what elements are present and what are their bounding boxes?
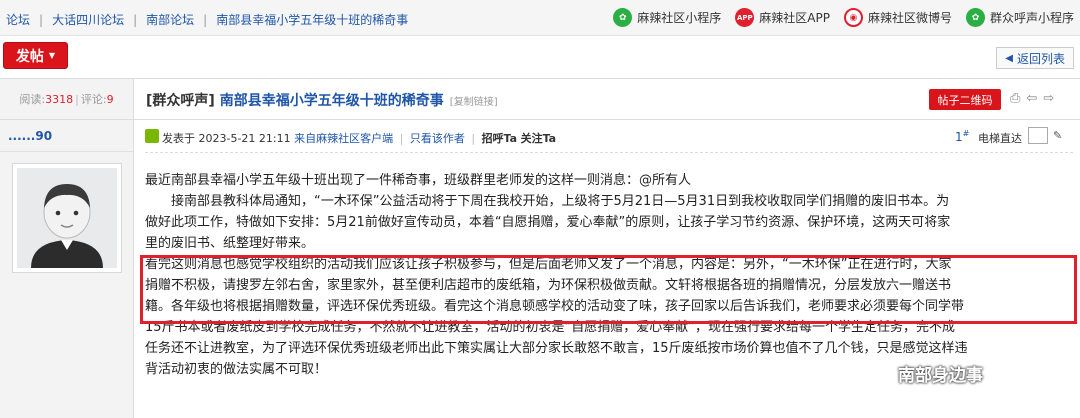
mini-program-icon: ✿ bbox=[965, 8, 985, 27]
top-bar: 论坛 | 大话四川论坛 | 南部论坛 | 南部县幸福小学五年级十班的稀奇事 ✿ … bbox=[0, 0, 1080, 36]
app-label: 麻辣社区APP bbox=[759, 11, 830, 25]
breadcrumb-separator: | bbox=[203, 12, 208, 27]
breadcrumb: 论坛 | 大话四川论坛 | 南部论坛 | 南部县幸福小学五年级十班的稀奇事 bbox=[6, 11, 408, 28]
arrow-right-icon[interactable]: ⇨ bbox=[1043, 91, 1054, 106]
reply-count-label: 评论: bbox=[80, 93, 107, 106]
post-button-label: 发帖 bbox=[15, 48, 44, 65]
breadcrumb-home[interactable]: 论坛 bbox=[6, 11, 30, 28]
watermark: 南部身边事 bbox=[862, 361, 983, 386]
voice-mini-program-link[interactable]: ✿ 群众呼声小程序 bbox=[965, 8, 1074, 27]
thread-stats: 阅读: 3318 | 评论: 9 bbox=[0, 79, 134, 119]
content-line: 捐赠不积极，请搜罗左邻右舍，家里家外，甚至便利店超市的废纸箱，为环保积极做贡献。… bbox=[145, 278, 952, 293]
read-count: 3318 bbox=[45, 92, 74, 106]
chevron-left-icon: ◀ bbox=[1005, 52, 1013, 64]
elevator-input[interactable] bbox=[1028, 127, 1048, 144]
back-to-list-button[interactable]: ◀ 返回列表 bbox=[996, 47, 1074, 69]
breadcrumb-separator: | bbox=[39, 12, 44, 27]
content-line: 最近南部县幸福小学五年级十班出现了一件稀奇事，班级群里老师发的这样一则消息：@所… bbox=[145, 173, 692, 188]
thread-qr-button[interactable]: 帖子二维码 bbox=[929, 89, 1001, 110]
thread-tools: ⎙ ⇦ ⇨ bbox=[1010, 91, 1060, 106]
post-meta: 发表于 2023-5-21 21:11 来自麻辣社区客户端 | 只看该作者 | … bbox=[145, 127, 1070, 146]
post-content: 最近南部县幸福小学五年级十班出现了一件稀奇事，班级群里老师发的这样一则消息：@所… bbox=[145, 170, 1073, 380]
divider bbox=[0, 151, 133, 152]
app-link[interactable]: APP 麻辣社区APP bbox=[735, 8, 830, 27]
floor-number[interactable]: 1# bbox=[955, 129, 969, 144]
greet-link[interactable]: 招呼Ta bbox=[482, 132, 518, 145]
floor-number-sup: # bbox=[962, 129, 970, 138]
thread-header: 阅读: 3318 | 评论: 9 [群众呼声] 南部县幸福小学五年级十班的稀奇事… bbox=[0, 78, 1080, 120]
author-name[interactable]: ......90 bbox=[8, 129, 52, 143]
wechat-icon bbox=[862, 362, 891, 385]
elevator-label: 电梯直达 bbox=[978, 132, 1022, 145]
thread-title-text: 南部县幸福小学五年级十班的稀奇事 bbox=[219, 93, 444, 109]
default-avatar-icon bbox=[17, 168, 117, 268]
weibo-icon: ◉ bbox=[843, 8, 863, 27]
breadcrumb-forum-nanbu[interactable]: 南部论坛 bbox=[146, 11, 194, 28]
print-icon[interactable]: ⎙ bbox=[1010, 91, 1020, 106]
voice-mini-program-label: 群众呼声小程序 bbox=[989, 11, 1074, 25]
posted-time: 2023-5-21 21:11 bbox=[198, 132, 291, 145]
weibo-link[interactable]: ◉ 麻辣社区微博号 bbox=[843, 8, 952, 27]
elevator-go-icon[interactable]: ✎ bbox=[1053, 129, 1062, 142]
posted-prefix: 发表于 bbox=[162, 132, 195, 145]
content-line: 里的废旧书、纸整理好带来。 bbox=[145, 236, 315, 251]
action-row: 发帖 ▼ ◀ 返回列表 bbox=[0, 36, 1080, 76]
back-to-list-label: 返回列表 bbox=[1016, 51, 1065, 66]
caret-down-icon: ▼ bbox=[48, 51, 56, 60]
breadcrumb-separator: | bbox=[133, 12, 138, 27]
floor-number-value: 1 bbox=[955, 130, 963, 144]
content-line: 做好此项工作，特做如下安排：5月21前做好宣传动员，本着“自愿捐赠，爱心奉献”的… bbox=[145, 215, 951, 230]
thread-title: [群众呼声] 南部县幸福小学五年级十班的稀奇事 [复制链接] bbox=[146, 90, 498, 110]
app-icon: APP bbox=[735, 8, 755, 27]
author-only-link[interactable]: 只看该作者 bbox=[410, 132, 465, 145]
post-source[interactable]: 来自麻辣社区客户端 bbox=[294, 132, 393, 145]
read-count-label: 阅读: bbox=[19, 93, 46, 106]
mini-program-label: 麻辣社区小程序 bbox=[637, 11, 722, 25]
post-divider bbox=[145, 152, 1073, 153]
mini-program-link[interactable]: ✿ 麻辣社区小程序 bbox=[613, 8, 721, 27]
thread-category[interactable]: [群众呼声] bbox=[146, 90, 215, 110]
top-links: ✿ 麻辣社区小程序 APP 麻辣社区APP ◉ 麻辣社区微博号 ✿ 群众呼声小程… bbox=[599, 8, 1074, 27]
weibo-label: 麻辣社区微博号 bbox=[867, 11, 952, 25]
author-column: ......90 bbox=[0, 120, 134, 418]
breadcrumb-forum-sichuan[interactable]: 大话四川论坛 bbox=[52, 11, 124, 28]
mini-program-icon: ✿ bbox=[613, 8, 633, 27]
meta-separator: | bbox=[471, 132, 476, 145]
post-meta-text: 发表于 2023-5-21 21:11 来自麻辣社区客户端 | 只看该作者 | … bbox=[162, 130, 556, 146]
meta-separator: | bbox=[399, 132, 404, 145]
arrow-left-icon[interactable]: ⇦ bbox=[1026, 91, 1037, 106]
content-line: 籍。各年级也将根据捐赠数量，评选环保优秀班级。看完这个消息顿感学校的活动变了味，… bbox=[145, 299, 965, 314]
reply-count: 9 bbox=[106, 92, 114, 106]
online-status-icon bbox=[145, 129, 159, 143]
post-button[interactable]: 发帖 ▼ bbox=[3, 42, 68, 69]
content-line: 15斤书本或者废纸皮到学校完成任务，不然就不让进教室，活动的初衷是“自愿捐赠，爱… bbox=[145, 320, 956, 335]
content-line: 接南部县教科体局通知，“一木环保”公益活动将于下周在我校开始，上级将于5月21日… bbox=[171, 194, 950, 209]
breadcrumb-thread[interactable]: 南部县幸福小学五年级十班的稀奇事 bbox=[216, 11, 408, 28]
watermark-text: 南部身边事 bbox=[898, 366, 983, 386]
stats-separator: | bbox=[75, 92, 79, 106]
copy-link[interactable]: [复制链接] bbox=[450, 93, 498, 108]
avatar[interactable] bbox=[12, 163, 122, 273]
content-line: 任务还不让进教室，为了评选环保优秀班级老师出此下策实属让大部分家长敢怒不敢言，1… bbox=[145, 341, 968, 356]
content-line: 看完这则消息也感觉学校组织的活动我们应该让孩子积极参与，但是后面老师又发了一个消… bbox=[145, 257, 952, 272]
follow-link[interactable]: 关注Ta bbox=[521, 132, 557, 145]
